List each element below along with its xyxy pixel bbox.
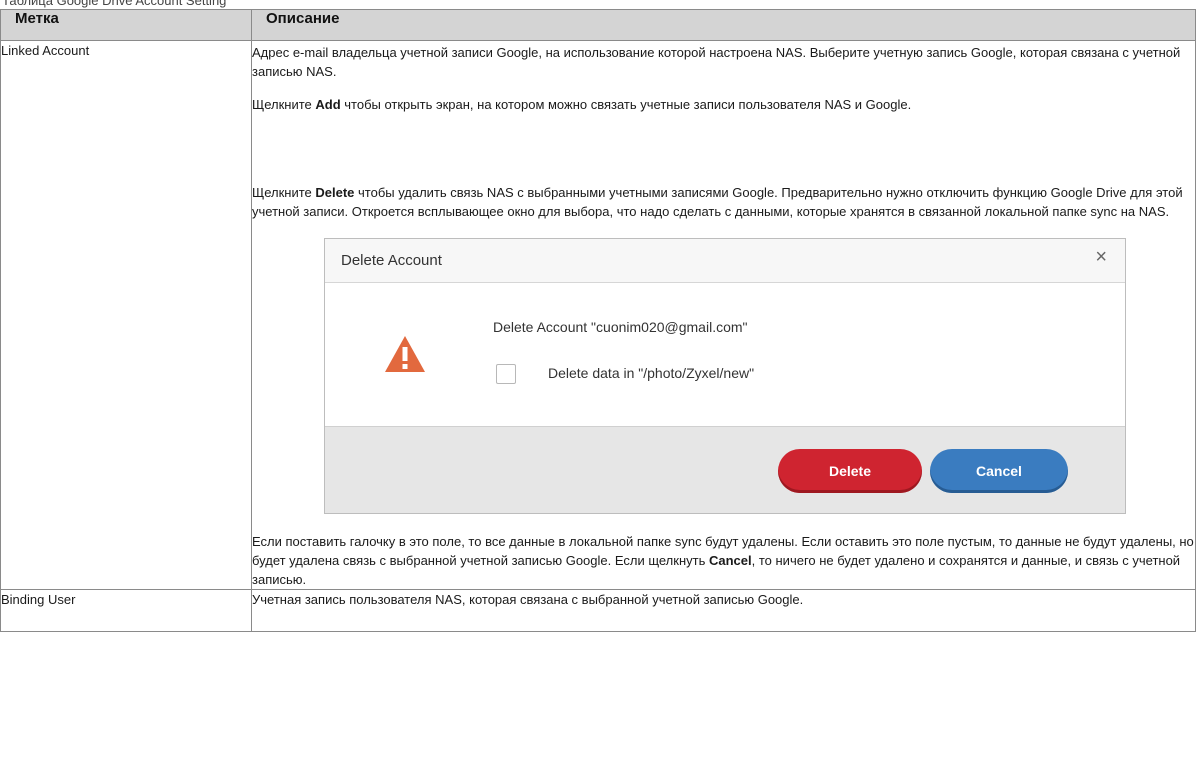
header-label: Метка	[0, 9, 252, 41]
header-description: Описание	[251, 9, 1196, 41]
dialog-title: Delete Account	[341, 252, 442, 269]
table-row: Binding User Учетная запись пользователя…	[0, 589, 1196, 632]
table-caption: Таблица Google Drive Account Setting	[2, 0, 227, 8]
paragraph: Адрес e-mail владельца учетной записи Go…	[252, 45, 1181, 79]
bold-term: Delete	[315, 185, 355, 200]
paragraph: Щелкните Delete чтобы удалить связь NAS …	[252, 183, 1195, 221]
paragraph: Щелкните Add чтобы открыть экран, на кот…	[252, 95, 1195, 183]
table-row: Linked Account Адрес e-mail владельца уч…	[0, 40, 1196, 590]
description-table: Метка Описание Linked Account Адрес e-ma…	[0, 9, 1196, 632]
cancel-button[interactable]: Cancel	[930, 449, 1068, 493]
row-label: Linked Account	[0, 40, 252, 590]
warning-triangle-icon	[385, 336, 425, 372]
close-icon[interactable]: ×	[1095, 247, 1107, 267]
dialog-header: Delete Account ×	[325, 239, 1125, 283]
dialog-message: Delete Account "cuonim020@gmail.com"	[493, 319, 748, 335]
row-label: Binding User	[0, 589, 252, 632]
text: Щелкните	[252, 97, 316, 112]
text: Щелкните	[252, 185, 316, 200]
paragraph: Если поставить галочку в это поле, то вс…	[252, 532, 1195, 589]
dialog-body: Delete Account "cuonim020@gmail.com" Del…	[325, 283, 1125, 426]
bold-term: Cancel	[708, 553, 752, 568]
row-description: Учетная запись пользователя NAS, которая…	[251, 589, 1196, 632]
text: чтобы удалить связь NAS с выбранными уче…	[252, 185, 1183, 219]
dialog-footer: Delete Cancel	[325, 426, 1125, 513]
table-header-row: Метка Описание	[0, 9, 1196, 41]
delete-button[interactable]: Delete	[778, 449, 922, 493]
bold-term: Add	[315, 97, 341, 112]
text: чтобы открыть экран, на котором можно св…	[340, 97, 912, 112]
delete-account-dialog: Delete Account × Delete Account "cuonim0…	[324, 238, 1126, 514]
row-description: Адрес e-mail владельца учетной записи Go…	[251, 40, 1196, 590]
checkbox-label: Delete data in "/photo/Zyxel/new"	[548, 365, 755, 381]
delete-data-checkbox[interactable]	[496, 364, 516, 384]
